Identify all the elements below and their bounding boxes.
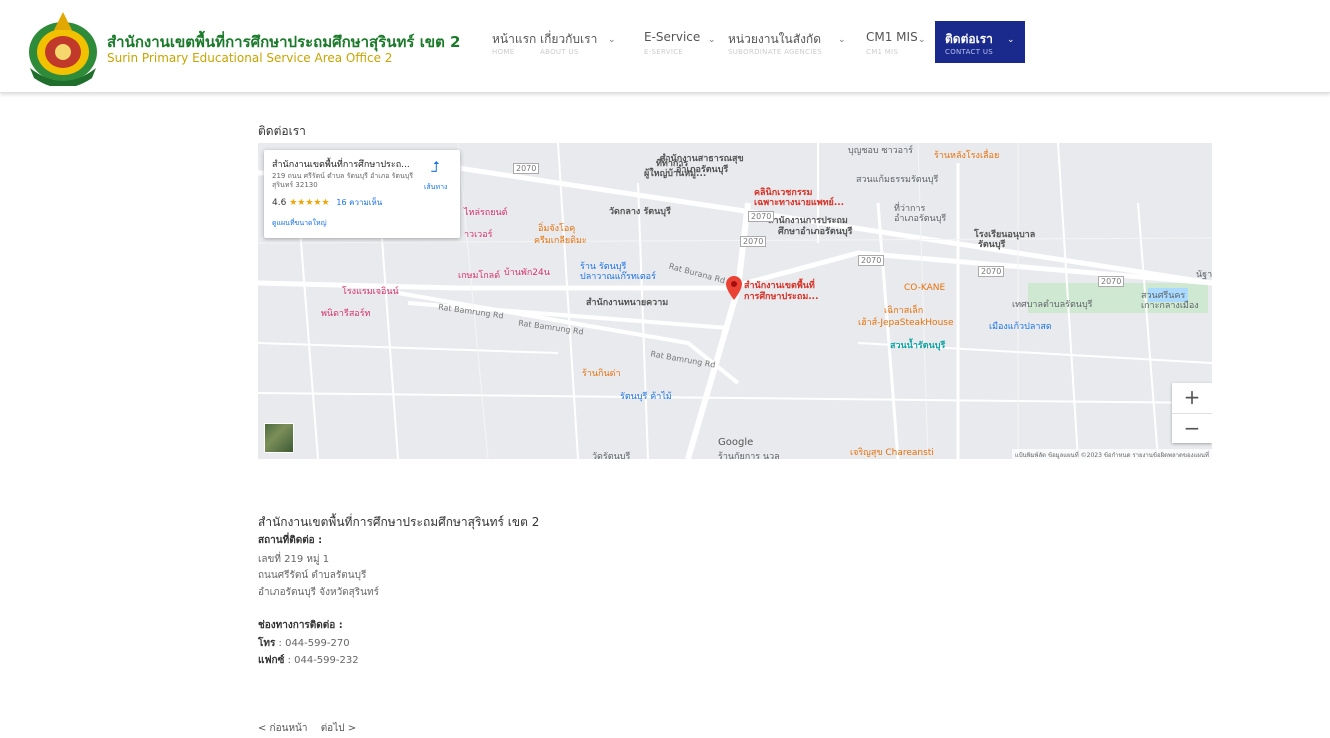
map-label[interactable]: โรงแรมเจอินน์ [342,284,399,298]
nav-subordinate-sub: SUBORDINATE AGENCIES [728,48,823,56]
map-label[interactable]: เกษมโกลด์ [458,268,500,282]
directions-icon[interactable]: ⮥ [431,158,440,176]
chevron-down-icon: ⌄ [708,35,716,45]
place-name[interactable]: สำนักงานเขตพื้นที่การศึกษาประถ... [272,157,410,171]
zoom-out-button[interactable]: − [1172,414,1212,444]
google-map[interactable]: ที่ทำการ ผู้ใหญ่บ้านหมู่... สำนักงานสาธา… [258,143,1212,459]
road-shield: 2070 [740,236,767,247]
nav-contact-label: ติดต่อเรา [945,32,993,46]
map-label[interactable]: สำนักงานทนายความ [586,295,668,309]
address-label: สถานที่ติดต่อ : [258,535,323,546]
channel-label: ช่องทางการติดต่อ : [258,620,343,631]
map-label[interactable]: ครีมเกลียดิมะ [534,233,587,247]
map-label[interactable]: ศึกษาอำเภอรัตนบุรี [778,224,852,238]
map-label[interactable]: CO-KANE [904,283,945,293]
obec-logo-icon[interactable] [22,8,104,86]
place-address: 219 ถนน ศรีรัตน์ ตำบล รัตนบุรี อำเภอ รัต… [272,172,413,189]
map-label[interactable]: รัตนบุรี [978,237,1005,251]
map-label[interactable]: ร้านกัยการ นวล [718,449,780,459]
map-label[interactable]: นัฐา [1196,267,1212,281]
phone-label: โทร [258,638,276,649]
star-rating-icon: ★★★★★ [289,198,330,208]
location-pin-icon[interactable] [726,276,742,300]
map-label[interactable]: อำเภอรัตนบุรี [894,211,946,225]
nav-eservice-label: E-Service [644,30,701,44]
site-header: สำนักงานเขตพื้นที่การศึกษาประถมศึกษาสุริ… [0,0,1330,93]
nav-about[interactable]: เกี่ยวกับเรา ABOUT US ⌄ [530,21,626,63]
map-label[interactable]: เมืองแก้วปลาสด [989,319,1052,333]
reviews-link[interactable]: 16 ความเห็น [336,198,382,207]
place-rating: 4.6 ★★★★★ 16 ความเห็น [272,196,382,209]
map-label[interactable]: เฮ้าส์-JepaSteakHouse [858,315,954,329]
map-label[interactable]: การศึกษาประถม... [744,289,819,303]
nav-subordinate[interactable]: หน่วยงานในสังกัด SUBORDINATE AGENCIES ⌄ [718,21,858,63]
google-logo: Google [718,437,754,448]
fax-label: แฟกซ์ [258,655,285,666]
address-line: อำเภอรัตนบุรี จังหวัดสุรินทร์ [258,587,379,598]
nav-cm1mis[interactable]: CM1 MIS CM1 MIS ⌄ [856,21,936,63]
map-label[interactable]: เทศบาลตำบลรัตนบุรี [1012,297,1093,311]
next-page-link[interactable]: ต่อไป > [321,723,356,734]
map-label[interactable]: พนิดารีสอร์ท [321,306,370,320]
map-label[interactable]: บุญชอบ ซาวอาร์ [848,143,913,157]
map-label[interactable]: เฉพาะทางนายแพทย์... [754,195,844,209]
nav-eservice-sub: E-SERVICE [644,48,684,56]
map-label[interactable]: เกาะกลางเมือง [1141,298,1199,312]
nav-home-sub: HOME [492,48,515,56]
phone-number: : 044-599-270 [278,638,350,649]
place-info-card: สำนักงานเขตพื้นที่การศึกษาประถ... 219 ถน… [264,150,460,238]
site-title-english[interactable]: Surin Primary Educational Service Area O… [107,51,392,65]
chevron-down-icon: ⌄ [838,35,846,45]
chevron-down-icon: ⌄ [1007,35,1015,45]
pagination: < ก่อนหน้า ต่อไป > [258,721,366,736]
nav-about-sub: ABOUT US [540,48,579,56]
map-label[interactable]: รัตนบุรี ค้าไม้ [620,389,672,403]
chevron-down-icon: ⌄ [608,35,616,45]
map-label[interactable]: ร้านหลังโรงเลื่อย [934,148,999,162]
map-label[interactable]: ร้านกินด่า [582,366,621,380]
satellite-toggle-button[interactable] [264,423,294,453]
map-label[interactable]: ไหล่รถยนต์ [464,205,508,219]
map-label[interactable]: สวนน้ำรัตนบุรี [890,338,945,352]
phone-line: โทร : 044-599-270 [258,636,350,651]
view-larger-map-link[interactable]: ดูแผนที่ขนาดใหญ่ [272,218,327,229]
prev-page-link[interactable]: < ก่อนหน้า [258,723,308,734]
road-shield: 2070 [858,255,885,266]
zoom-in-button[interactable]: + [1172,383,1212,414]
road-shield: 2070 [978,266,1005,277]
road-shield: 2070 [513,163,540,174]
nav-eservice[interactable]: E-Service E-SERVICE ⌄ [634,21,718,63]
nav-cm1mis-sub: CM1 MIS [866,48,899,56]
fax-line: แฟกซ์ : 044-599-232 [258,653,359,668]
nav-subordinate-label: หน่วยงานในสังกัด [728,32,821,46]
nav-cm1mis-label: CM1 MIS [866,30,918,44]
zoom-controls: + − [1172,383,1212,443]
road-shield: 2070 [748,211,775,222]
page-title: ติดต่อเรา [258,124,306,138]
map-label[interactable]: าวเวอร์ [464,227,492,241]
address-line: เลขที่ 219 หมู่ 1 [258,554,330,565]
road-shield: 2070 [1098,276,1125,287]
map-label[interactable]: วัดกลาง รัตนบุรี [609,204,671,218]
map-label[interactable]: บ้านพัก24น [504,265,550,279]
fax-number: : 044-599-232 [287,655,359,666]
map-label[interactable]: เจริญสุข Chareansti [850,445,934,459]
map-label[interactable]: อำเภอรัตนบุรี [676,162,728,176]
map-label[interactable]: วัดรัตนบุรี [592,449,630,459]
nav-about-label: เกี่ยวกับเรา [540,32,598,46]
organization-name: สำนักงานเขตพื้นที่การศึกษาประถมศึกษาสุริ… [258,515,540,529]
rating-value: 4.6 [272,198,287,208]
map-label[interactable]: สวนแก้มธรรมรัตนบุรี [856,172,938,186]
directions-link[interactable]: เส้นทาง [424,182,447,193]
nav-contact[interactable]: ติดต่อเรา CONTACT US ⌄ [935,21,1025,63]
map-attribution[interactable]: แป้นพิมพ์ลัด ข้อมูลแผนที่ ©2023 ข้อกำหนด… [1011,449,1212,459]
nav-contact-sub: CONTACT US [945,48,993,56]
map-label[interactable]: ปลาวาณแก๊รทเตอร์ [580,269,656,283]
chevron-down-icon: ⌄ [918,35,926,45]
address-line: ถนนศรีรัตน์ ตำบลรัตนบุรี [258,570,367,581]
